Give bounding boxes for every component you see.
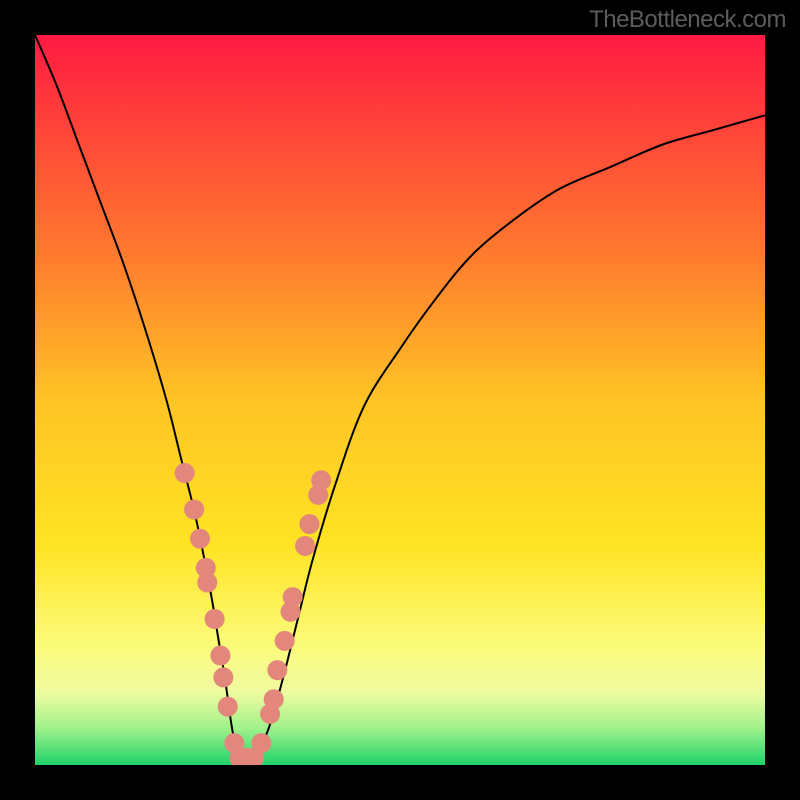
highlight-marker [175,463,195,483]
highlight-marker [283,587,303,607]
chart-plot-area [35,35,765,765]
gradient-background [35,35,765,765]
highlight-marker [213,667,233,687]
highlight-marker [184,500,204,520]
watermark-label: TheBottleneck.com [589,6,786,34]
highlight-marker [299,514,319,534]
highlight-marker [251,733,271,753]
chart-svg [35,35,765,765]
highlight-marker [295,536,315,556]
highlight-marker [190,529,210,549]
highlight-marker [205,609,225,629]
highlight-marker [218,697,238,717]
chart-frame: TheBottleneck.com [0,0,800,800]
highlight-marker [275,631,295,651]
highlight-marker [267,660,287,680]
highlight-marker [264,689,284,709]
highlight-marker [210,646,230,666]
highlight-marker [311,470,331,490]
highlight-marker [197,573,217,593]
